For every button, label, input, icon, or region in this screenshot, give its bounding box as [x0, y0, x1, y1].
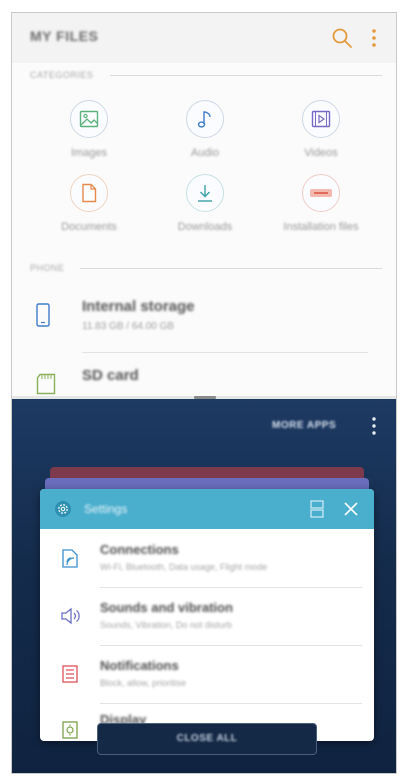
settings-item-title: Sounds and vibration: [100, 600, 233, 615]
settings-item-connections[interactable]: Connections Wi-Fi, Bluetooth, Data usage…: [40, 529, 374, 587]
category-label: Documents: [61, 221, 117, 233]
settings-item-sounds[interactable]: Sounds and vibration Sounds, Vibration, …: [40, 587, 374, 645]
device-screen: MY FILES CATEGORIES Images Audio Videos …: [11, 12, 397, 774]
storage-name: Internal storage: [82, 298, 195, 315]
image-icon: [79, 110, 99, 128]
storage-usage: 11.83 GB / 64.00 GB: [82, 321, 175, 332]
category-label: Videos: [304, 147, 338, 159]
notifications-icon: [62, 665, 78, 683]
settings-item-subtitle: Wi-Fi, Bluetooth, Data usage, Flight mod…: [100, 562, 268, 572]
display-icon: [62, 721, 78, 739]
apk-icon: [310, 189, 332, 197]
divider: [80, 268, 382, 269]
close-all-button[interactable]: CLOSE ALL: [97, 723, 317, 755]
document-icon: [82, 183, 97, 203]
category-label: Audio: [190, 147, 220, 159]
gear-icon: [55, 501, 71, 517]
my-files-header: MY FILES: [12, 13, 396, 63]
settings-card-title: Settings: [84, 502, 128, 516]
more-options-icon[interactable]: [368, 415, 380, 437]
category-documents[interactable]: Documents: [34, 174, 144, 233]
category-label: Downloads: [177, 221, 233, 233]
my-files-window: MY FILES CATEGORIES Images Audio Videos …: [12, 13, 396, 397]
category-videos[interactable]: Videos: [266, 100, 376, 159]
music-note-icon: [197, 111, 211, 128]
storage-name: SD card: [82, 367, 139, 384]
settings-item-title: Connections: [100, 542, 179, 557]
storage-item-internal[interactable]: Internal storage 11.83 GB / 64.00 GB: [12, 289, 396, 349]
settings-item-title: Notifications: [100, 658, 179, 673]
settings-card-header: Settings: [40, 489, 374, 529]
more-apps-button[interactable]: MORE APPS: [272, 420, 336, 431]
page-title: MY FILES: [30, 28, 99, 44]
category-label: Images: [70, 147, 108, 159]
split-screen-icon[interactable]: [310, 500, 324, 518]
sd-card-icon: [36, 373, 56, 395]
category-label: Installation files: [283, 221, 359, 233]
speaker-icon: [61, 607, 80, 625]
settings-item-subtitle: Sounds, Vibration, Do not disturb: [100, 620, 232, 630]
settings-item-subtitle: Block, allow, prioritise: [100, 678, 187, 688]
storage-item-sd-card[interactable]: SD card: [12, 361, 396, 397]
video-icon: [311, 110, 331, 128]
recent-app-card-settings[interactable]: Settings Connections Wi-Fi, Bluetooth, D…: [40, 489, 374, 741]
category-images[interactable]: Images: [34, 100, 144, 159]
download-icon: [198, 185, 212, 202]
category-installation-files[interactable]: Installation files: [266, 174, 376, 233]
settings-item-notifications[interactable]: Notifications Block, allow, prioritise: [40, 645, 374, 703]
divider: [110, 75, 382, 76]
categories-label: CATEGORIES: [30, 70, 94, 80]
connections-icon: [62, 549, 78, 568]
phone-icon: [36, 303, 50, 327]
close-icon[interactable]: [343, 501, 359, 517]
search-icon[interactable]: [330, 26, 354, 50]
more-options-icon[interactable]: [367, 26, 381, 50]
phone-label: PHONE: [30, 263, 65, 273]
category-downloads[interactable]: Downloads: [150, 174, 260, 233]
close-all-label: CLOSE ALL: [176, 733, 238, 744]
recent-apps-view: MORE APPS Settings Connections Wi-Fi, Bl…: [12, 399, 396, 773]
divider: [82, 352, 368, 353]
category-audio[interactable]: Audio: [150, 100, 260, 159]
